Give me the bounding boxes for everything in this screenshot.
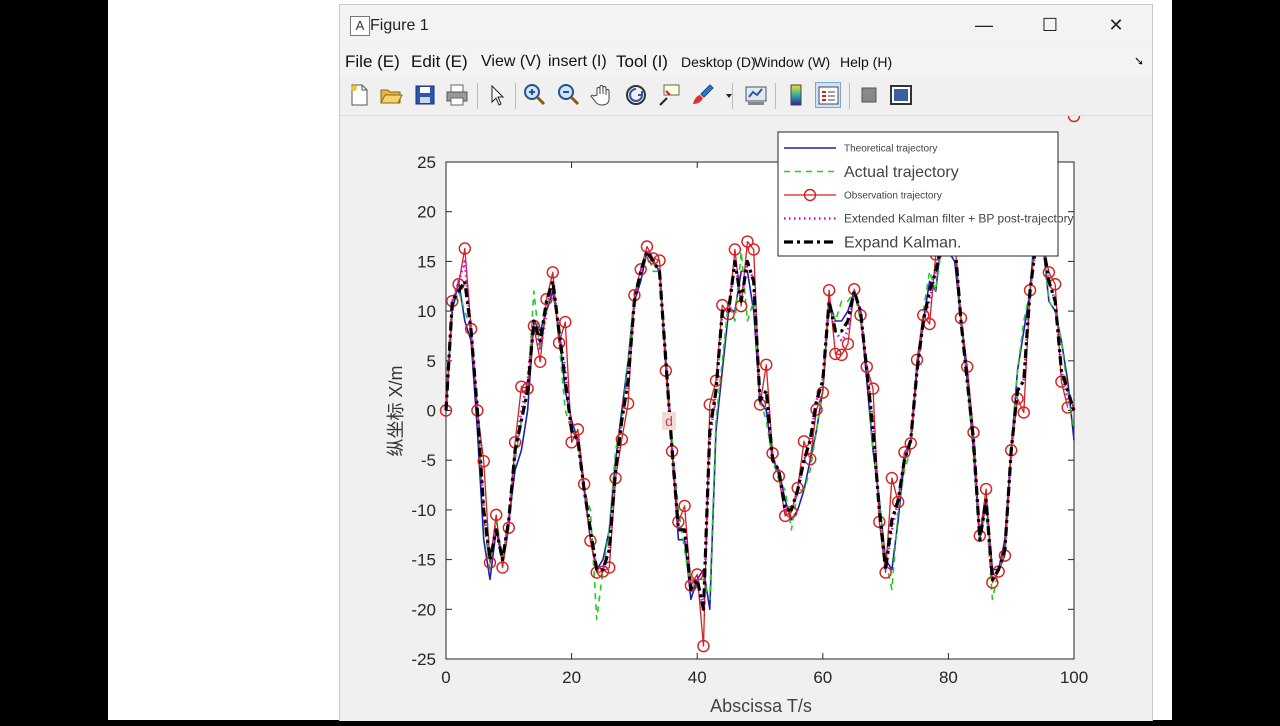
window-title: Figure 1 [370,17,429,34]
zoom-out-icon[interactable] [556,82,582,108]
legend-entry-label: Actual trajectory [844,164,959,181]
toolbar-separator [775,83,776,109]
close-button[interactable]: ✕ [1094,9,1138,41]
toolbar-separator [732,83,733,109]
toolbar-separator [477,83,478,109]
menu-edit[interactable]: Edit (E) [411,52,468,72]
maximize-button[interactable]: ☐ [1028,9,1072,41]
zoom-in-icon[interactable] [522,82,548,108]
title-bar: A Figure 1 — ☐ ✕ [340,5,1152,45]
print-icon[interactable] [444,82,470,108]
y-tick-label: 15 [417,252,436,271]
y-tick-label: 10 [417,302,436,321]
menu-help[interactable]: Help (H) [840,54,892,70]
y-axis-label: 纵坐标 X/m [386,365,406,456]
x-tick-label: 60 [813,668,832,687]
legend-entry-label: Theoretical trajectory [844,144,937,155]
observation-marker [1067,109,1081,123]
menu-file[interactable]: File (E) [345,52,400,72]
screen-background: A Figure 1 — ☐ ✕ File (E) Edit (E) View … [108,0,1172,721]
toolbar-separator [849,83,850,109]
legend[interactable]: Theoretical trajectory Actual trajectory O… [777,131,1074,257]
minimize-button[interactable]: — [962,9,1006,41]
menu-tool[interactable]: Tool (I) [616,52,668,72]
y-tick-label: 25 [417,153,436,172]
show-plot-tools-icon[interactable] [888,82,914,108]
link-plot-icon[interactable] [743,82,769,108]
legend-entry-label: Observation trajectory [844,191,942,202]
pan-hand-icon[interactable] [590,82,616,108]
x-tick-label: 20 [562,668,581,687]
toolbar [340,77,1152,116]
menu-view[interactable]: View (V) [481,53,541,71]
legend-entry-label: Expand Kalman. [844,235,961,252]
matlab-figure-icon: A [350,16,370,36]
toolbar-separator [515,83,516,109]
brush-dropdown-icon[interactable] [716,82,732,108]
save-icon[interactable] [412,82,438,108]
menu-desktop[interactable]: Desktop (D) [681,54,756,70]
y-tick-label: 0 [427,402,436,421]
x-tick-label: 100 [1060,668,1088,687]
y-tick-label: -25 [411,650,436,669]
colorbar-icon[interactable] [783,82,809,108]
x-tick-label: 80 [939,668,958,687]
open-file-icon[interactable] [378,82,404,108]
y-tick-label: -10 [411,501,436,520]
y-tick-label: 20 [417,203,436,222]
legend-icon[interactable] [815,82,841,108]
brush-icon[interactable] [690,82,716,108]
figure-window: A Figure 1 — ☐ ✕ File (E) Edit (E) View … [339,4,1153,721]
figure-canvas-area: 25 20 15 10 5 0 -5 -10 -15 -20 -25 0 20 40 60 80 100 Ab… [340,109,1152,721]
data-cursor-icon[interactable] [656,82,682,108]
y-tick-label: 5 [427,352,436,371]
x-tick-label: 0 [441,668,450,687]
y-tick-label: -15 [411,551,436,570]
menu-insert[interactable]: insert (I) [548,53,607,71]
menu-bar: File (E) Edit (E) View (V) insert (I) To… [340,46,1152,76]
menu-window[interactable]: Window (W) [754,54,830,70]
new-figure-icon[interactable] [346,82,372,108]
hide-plot-tools-icon[interactable] [856,82,882,108]
select-arrow-icon[interactable] [484,82,510,108]
x-axis-label: Abscissa T/s [710,696,812,716]
rotate-3d-icon[interactable] [623,82,649,108]
x-tick-label: 40 [688,668,707,687]
legend-entry-label: Extended Kalman filter + BP post-traject… [844,212,1074,226]
dock-arrow-icon[interactable]: ➘ [1134,54,1144,68]
stray-label: d [665,413,673,429]
y-tick-label: -5 [421,451,436,470]
y-tick-label: -20 [411,600,436,619]
line-chart[interactable]: 25 20 15 10 5 0 -5 -10 -15 -20 -25 0 20 40 60 80 100 Ab… [340,109,1152,721]
